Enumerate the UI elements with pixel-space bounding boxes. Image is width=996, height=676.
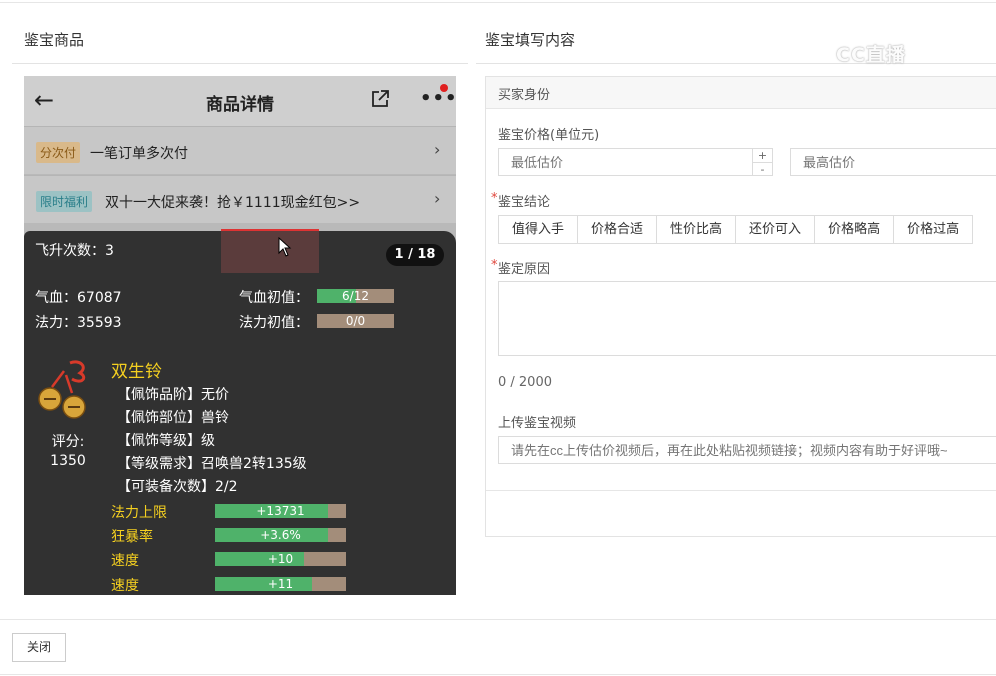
installment-text: 一笔订单多次付	[90, 146, 188, 162]
promo-row: 限时福利 双十一大促来袭！抢￥1111现金红包>> ›	[24, 175, 456, 223]
hp-init-label: 气血初值：	[239, 290, 309, 306]
stat-bar: +10	[215, 552, 346, 566]
stat-value: +13731	[256, 504, 305, 518]
conclusion-option[interactable]: 还价可入	[735, 215, 816, 244]
mp-init-label: 法力初值：	[239, 315, 309, 331]
price-stepper[interactable]: + -	[752, 148, 773, 176]
product-screenshot: ← 商品详情 ••• 分次付 一笔订单多次付 › 限时福利 双十一大促来袭！抢￥…	[24, 76, 456, 595]
item-attribute: 【佩饰等级】级	[117, 433, 215, 449]
video-label: 上传鉴宝视频	[498, 416, 577, 431]
conclusion-options: 值得入手 价格合适 性价比高 还价可入 价格略高 价格过高	[498, 215, 974, 244]
screenshot-header: ← 商品详情 •••	[24, 76, 456, 126]
share-icon	[372, 90, 389, 107]
plus-icon[interactable]: +	[753, 149, 772, 162]
buyer-identity-header: 买家身份	[486, 77, 996, 109]
stat-value: +11	[267, 577, 294, 591]
appraisal-dialog: 鉴宝商品 鉴宝填写内容 CC直播 ← 商品详情 ••• 分次付 一笔订单多次付 …	[0, 0, 996, 676]
more-icon: •••	[420, 88, 456, 109]
score-value: 1350	[50, 453, 86, 469]
mp-init-value: 0/0	[345, 314, 366, 328]
bottom-divider	[0, 674, 996, 675]
hp-init-value: 6/12	[342, 289, 369, 303]
footer-divider	[0, 619, 996, 620]
watermark-logo: CC直播	[836, 44, 906, 66]
reason-label: * 鉴定原因	[491, 258, 551, 277]
image-pager: 1 / 18	[386, 244, 444, 266]
item-name: 双生铃	[111, 362, 162, 382]
hp-text: 气血：67087	[35, 290, 122, 306]
notification-dot	[440, 84, 448, 92]
appraisal-form: 买家身份 鉴宝价格(单位元) + - *鉴宝结论 值得入手 价格合适 性价比高 …	[485, 76, 996, 537]
left-section-title: 鉴宝商品	[24, 31, 85, 49]
conclusion-option[interactable]: 价格略高	[814, 215, 895, 244]
stat-value: +10	[267, 552, 294, 566]
installment-tag: 分次付	[36, 142, 81, 163]
top-divider	[0, 2, 996, 3]
minus-icon[interactable]: -	[753, 162, 772, 176]
left-section-divider	[12, 63, 468, 64]
hp-init-bar: 6/12	[317, 289, 394, 303]
ascend-count: 飞升次数：3	[35, 243, 114, 259]
item-attribute: 【佩饰部位】兽铃	[117, 410, 229, 426]
reason-textarea[interactable]	[498, 281, 996, 356]
conclusion-option[interactable]: 价格过高	[893, 215, 974, 244]
stat-label: 法力上限	[111, 505, 167, 521]
promo-text: 双十一大促来袭！抢￥1111现金红包>>	[105, 195, 361, 211]
video-link-input[interactable]	[498, 436, 996, 464]
item-attribute: 【佩饰品阶】无价	[117, 387, 229, 403]
right-section-divider	[476, 63, 996, 64]
stat-label: 狂暴率	[111, 529, 153, 545]
stat-bar: +13731	[215, 504, 346, 518]
conclusion-option[interactable]: 价格合适	[577, 215, 658, 244]
max-price-input[interactable]	[790, 148, 996, 176]
stat-bar: +3.6%	[215, 528, 346, 542]
chevron-right-icon: ›	[434, 189, 441, 208]
cursor-icon	[278, 237, 292, 257]
stat-label: 速度	[111, 553, 139, 569]
conclusion-option[interactable]: 性价比高	[656, 215, 737, 244]
chevron-right-icon: ›	[434, 140, 441, 159]
stat-value: +3.6%	[260, 528, 301, 542]
close-button[interactable]: 关闭	[12, 633, 66, 662]
mp-init-bar: 0/0	[317, 314, 394, 328]
bell-item-icon	[38, 360, 86, 419]
item-attribute: 【可装备次数】2/2	[117, 479, 238, 495]
reason-char-count: 0 / 2000	[498, 375, 552, 390]
conclusion-label: * 鉴宝结论	[491, 191, 551, 210]
image-indicator	[221, 229, 319, 273]
screenshot-title: 商品详情	[206, 95, 274, 115]
promo-tag: 限时福利	[36, 191, 93, 212]
item-detail-card: 飞升次数：3 1 / 18 气血：67087 气血初值： 6/12 法力：355…	[24, 231, 456, 595]
mp-text: 法力：35593	[35, 315, 122, 331]
min-price-input[interactable]	[498, 148, 753, 176]
right-section-title: 鉴宝填写内容	[485, 31, 576, 49]
price-label: 鉴宝价格(单位元)	[498, 128, 600, 143]
installment-row: 分次付 一笔订单多次付 ›	[24, 126, 456, 174]
score-label: 评分:	[51, 434, 85, 450]
item-attribute: 【等级需求】召唤兽2转135级	[117, 456, 307, 472]
form-divider	[486, 490, 996, 491]
stat-bar: +11	[215, 577, 346, 591]
conclusion-option[interactable]: 值得入手	[498, 215, 579, 244]
stat-label: 速度	[111, 578, 139, 594]
